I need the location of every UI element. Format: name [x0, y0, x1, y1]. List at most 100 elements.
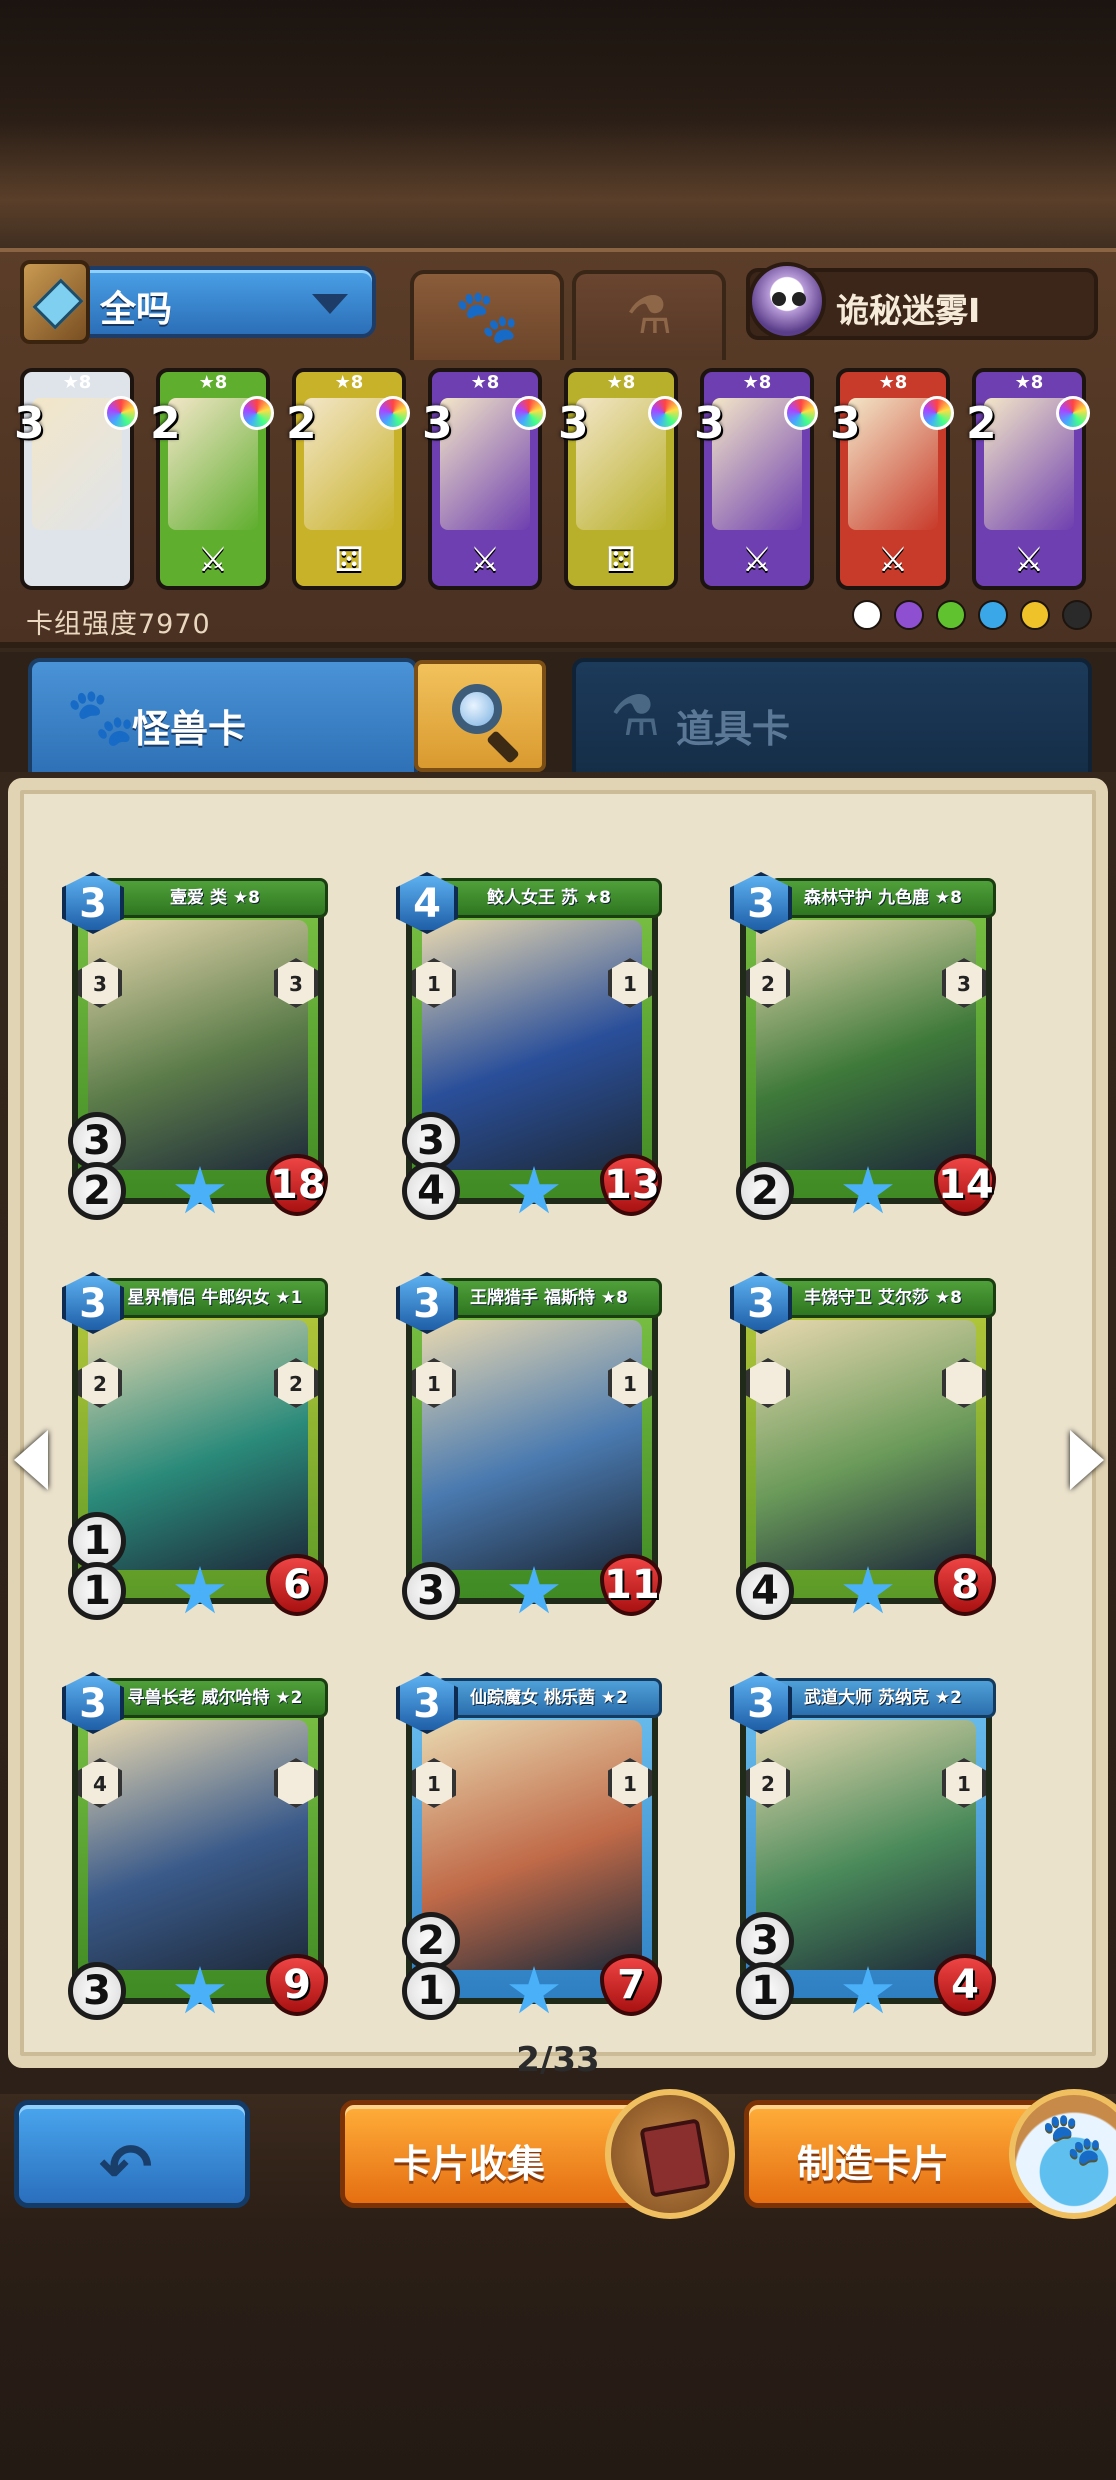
monster-card[interactable]: 丰饶守卫 艾尔莎 ★8 3 4 8 — [730, 1262, 1002, 1620]
element-legend — [852, 600, 1092, 630]
card-art — [756, 1320, 976, 1570]
card-defense: 2 — [68, 1162, 126, 1220]
deck-name: 全吗 — [100, 289, 173, 330]
tab-monster-label: 怪兽卡 — [132, 707, 247, 751]
deck-card-level: ★8 — [334, 372, 364, 393]
deck-card-cost: 3 — [422, 398, 453, 449]
deck-card-slot[interactable]: ★8 2 ⚔ — [150, 368, 274, 590]
potion-icon: ⚗ — [610, 684, 661, 749]
back-arrow-icon: ↶ — [99, 2131, 153, 2205]
deck-card-level: ★8 — [878, 372, 908, 393]
deck-card-slot[interactable]: ★8 3 ⚔ — [694, 368, 818, 590]
element-icon — [978, 600, 1008, 630]
deck-selector[interactable]: 全吗 — [20, 260, 376, 344]
deck-card-slot[interactable]: ★8 3 ⚔ — [830, 368, 954, 590]
craft-card-label: 制造卡片 — [797, 2142, 950, 2186]
element-icon — [1062, 600, 1092, 630]
deck-card-level: ★8 — [62, 372, 92, 393]
deck-card-type-icon: ⚔ — [197, 540, 229, 580]
potion-icon: ⚗ — [625, 286, 673, 346]
card-name: 寻兽长老 威尔哈特 ★2 — [102, 1678, 328, 1718]
card-defense: 1 — [68, 1562, 126, 1620]
deck-card-level: ★8 — [1014, 372, 1044, 393]
element-icon — [852, 600, 882, 630]
card-collection-label: 卡片收集 — [393, 2142, 546, 2186]
card-hp: 8 — [934, 1554, 996, 1616]
card-art — [422, 1320, 642, 1570]
chevron-down-icon — [312, 294, 348, 314]
deck-card-slot[interactable]: ★8 2 ⚄ — [286, 368, 410, 590]
element-icon — [1020, 600, 1050, 630]
card-hp: 4 — [934, 1954, 996, 2016]
rainbow-gem-icon — [104, 396, 138, 430]
card-hp: 14 — [934, 1154, 996, 1216]
rainbow-gem-icon — [512, 396, 546, 430]
monster-card[interactable]: 武道大师 苏纳克 ★2 3 2 1 3 1 4 — [730, 1662, 1002, 2020]
card-defense: 4 — [736, 1562, 794, 1620]
card-defense: 4 — [402, 1162, 460, 1220]
monster-card[interactable]: 壹爱 类 ★8 3 3 3 3 2 18 — [62, 862, 334, 1220]
next-page-arrow[interactable] — [1070, 1430, 1104, 1490]
card-collection-button[interactable]: 卡片收集 — [340, 2089, 735, 2219]
card-name: 鲛人女王 苏 ★8 — [436, 878, 662, 918]
deck-card-level: ★8 — [742, 372, 772, 393]
hero-avatar — [748, 262, 826, 340]
card-name: 森林守护 九色鹿 ★8 — [770, 878, 996, 918]
card-art — [88, 1720, 308, 1970]
rainbow-gem-icon — [376, 396, 410, 430]
search-icon — [452, 684, 502, 734]
tab-monster-deck[interactable]: 🐾 — [410, 270, 564, 360]
deck-card-cost: 2 — [286, 398, 317, 449]
deck-card-type-icon: ⚄ — [606, 540, 636, 580]
deck-card-slot[interactable]: ★8 3 ⚔ — [422, 368, 546, 590]
card-name: 王牌猎手 福斯特 ★8 — [436, 1278, 662, 1318]
card-hp: 6 — [266, 1554, 328, 1616]
monster-card[interactable]: 王牌猎手 福斯特 ★8 3 1 1 3 11 — [396, 1262, 668, 1620]
monster-card[interactable]: 仙踪魔女 桃乐茜 ★2 3 1 1 2 1 7 — [396, 1662, 668, 2020]
card-hp: 11 — [600, 1554, 662, 1616]
card-hp: 13 — [600, 1154, 662, 1216]
card-hp: 7 — [600, 1954, 662, 2016]
paw-potion-icon: 🐾 — [1009, 2089, 1116, 2219]
back-button[interactable]: ↶ — [14, 2100, 250, 2208]
card-name: 丰饶守卫 艾尔莎 ★8 — [770, 1278, 996, 1318]
deck-card-slot[interactable]: ★8 2 ⚔ — [966, 368, 1090, 590]
deck-card-type-icon: ⚄ — [334, 540, 364, 580]
card-defense: 1 — [402, 1962, 460, 2020]
monster-card[interactable]: 鲛人女王 苏 ★8 4 1 1 3 4 13 — [396, 862, 668, 1220]
monster-card[interactable]: 森林守护 九色鹿 ★8 3 2 3 2 14 — [730, 862, 1002, 1220]
card-defense: 1 — [736, 1962, 794, 2020]
deck-card-type-icon: ⚔ — [741, 540, 773, 580]
deck-card-cost: 3 — [694, 398, 725, 449]
card-defense: 2 — [736, 1162, 794, 1220]
deck-card-slot[interactable]: ★8 3 — [14, 368, 138, 590]
card-name: 壹爱 类 ★8 — [102, 878, 328, 918]
prev-page-arrow[interactable] — [14, 1430, 48, 1490]
paw-icon: 🐾 — [454, 287, 520, 347]
tab-item-label: 道具卡 — [676, 707, 791, 751]
rainbow-gem-icon — [240, 396, 274, 430]
monster-card[interactable]: 星界情侣 牛郎织女 ★1 3 2 2 1 1 6 — [62, 1262, 334, 1620]
rainbow-gem-icon — [1056, 396, 1090, 430]
craft-card-button[interactable]: 制造卡片 🐾 — [744, 2089, 1116, 2219]
tab-potion-deck[interactable]: ⚗ — [572, 270, 726, 360]
deck-card-type-icon: ⚔ — [469, 540, 501, 580]
deck-card-cost: 3 — [558, 398, 589, 449]
element-icon — [894, 600, 924, 630]
hero-name: 诡秘迷雾I — [836, 291, 981, 330]
card-book-icon — [605, 2089, 735, 2219]
card-art — [756, 920, 976, 1170]
hero-selector[interactable]: 诡秘迷雾I — [746, 262, 1098, 340]
deck-card-type-icon: ⚔ — [877, 540, 909, 580]
rainbow-gem-icon — [648, 396, 682, 430]
page-indicator: 2/33 — [516, 2040, 600, 2080]
tab-monster-cards[interactable]: 🐾 怪兽卡 — [28, 658, 418, 772]
deck-card-cost: 2 — [150, 398, 181, 449]
card-name: 仙踪魔女 桃乐茜 ★2 — [436, 1678, 662, 1718]
deck-card-slot[interactable]: ★8 3 ⚄ — [558, 368, 682, 590]
tab-item-cards[interactable]: ⚗ 道具卡 — [572, 658, 1092, 772]
search-button[interactable] — [414, 660, 546, 772]
deck-card-level: ★8 — [470, 372, 500, 393]
rainbow-gem-icon — [784, 396, 818, 430]
monster-card[interactable]: 寻兽长老 威尔哈特 ★2 3 4 3 9 — [62, 1662, 334, 2020]
